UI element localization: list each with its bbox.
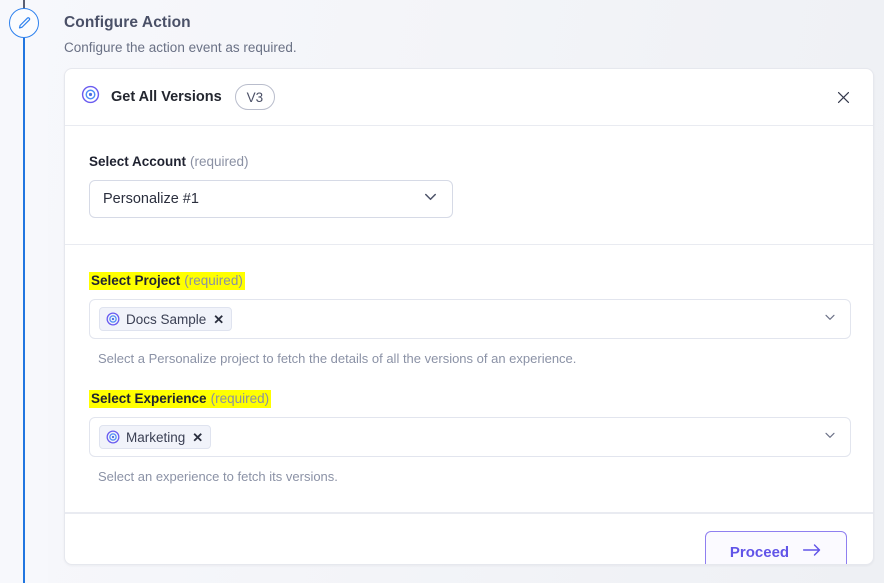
chevron-down-icon xyxy=(822,427,838,448)
proceed-button-label: Proceed xyxy=(729,543,790,561)
page-subtitle: Configure the action event as required. xyxy=(64,40,297,55)
experience-field-label: Select Experience (required) xyxy=(89,389,849,408)
step-rail xyxy=(0,0,48,583)
project-experience-section: Select Project (required) Docs Sample ✕ … xyxy=(65,245,873,513)
arrow-right-icon xyxy=(802,542,822,563)
account-selected-value: Personalize #1 xyxy=(103,191,199,207)
card-footer: Proceed xyxy=(65,513,873,564)
project-field-label: Select Project (required) xyxy=(89,271,849,290)
project-label-highlight: Select Project (required) xyxy=(89,272,245,290)
card-title: Get All Versions xyxy=(111,89,222,105)
page-header: Configure Action Configure the action ev… xyxy=(64,12,664,58)
chip-marketing[interactable]: Marketing ✕ xyxy=(99,425,212,449)
experience-help-text: Select an experience to fetch its versio… xyxy=(98,469,338,484)
project-required-text: (required) xyxy=(184,273,243,288)
chip-remove-icon[interactable]: ✕ xyxy=(213,313,224,326)
experience-label-text: Select Experience xyxy=(91,391,207,406)
step-node[interactable] xyxy=(9,8,39,38)
rail-connector-bottom xyxy=(23,38,25,583)
proceed-button[interactable]: Proceed xyxy=(705,531,847,564)
card-header: Get All Versions V3 xyxy=(65,69,873,126)
chip-label: Marketing xyxy=(126,429,186,445)
chip-remove-icon[interactable]: ✕ xyxy=(192,431,203,444)
bullseye-target-icon xyxy=(81,85,100,109)
project-help-text: Select a Personalize project to fetch th… xyxy=(98,351,577,366)
account-section: Select Account (required) Personalize #1 xyxy=(65,126,873,245)
experience-required-text: (required) xyxy=(210,391,270,406)
close-icon[interactable] xyxy=(830,84,856,110)
chip-label: Docs Sample xyxy=(126,311,207,327)
project-label-text: Select Project xyxy=(91,273,181,288)
project-chip-area: Docs Sample ✕ xyxy=(99,307,822,331)
chevron-down-icon xyxy=(421,187,440,211)
action-config-card: Get All Versions V3 Select Account (requi… xyxy=(64,68,874,565)
experience-multiselect[interactable]: Marketing ✕ xyxy=(89,417,851,457)
pencil-icon xyxy=(17,16,32,31)
chip-docs-sample[interactable]: Docs Sample ✕ xyxy=(99,307,233,331)
account-label-text: Select Account xyxy=(89,154,187,169)
experience-field: Select Experience (required) Marketing ✕… xyxy=(89,389,851,486)
experience-label-highlight: Select Experience (required) xyxy=(89,390,272,408)
experience-chip-area: Marketing ✕ xyxy=(99,425,822,449)
project-field: Select Project (required) Docs Sample ✕ … xyxy=(89,271,851,368)
account-select[interactable]: Personalize #1 xyxy=(89,180,453,218)
chevron-down-icon xyxy=(822,309,838,330)
version-badge: V3 xyxy=(234,84,276,110)
bullseye-target-icon xyxy=(106,312,120,326)
account-field-label: Select Account (required) xyxy=(89,152,849,171)
project-multiselect[interactable]: Docs Sample ✕ xyxy=(89,299,851,339)
bullseye-target-icon xyxy=(106,430,120,444)
page-title: Configure Action xyxy=(64,14,191,31)
account-required-text: (required) xyxy=(190,154,249,169)
